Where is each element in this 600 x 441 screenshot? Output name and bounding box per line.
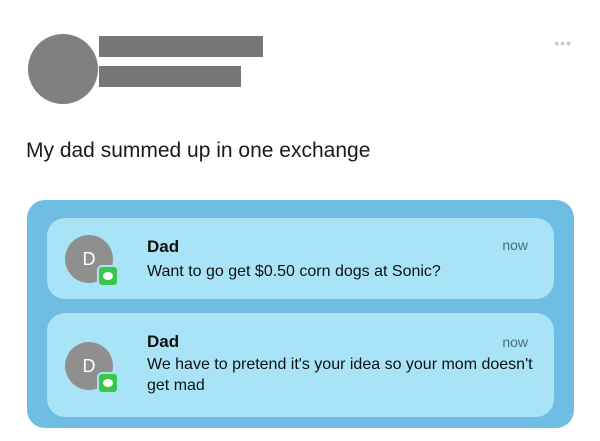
notification-card[interactable]: D Dad now Want to go get $0.50 corn dogs…	[47, 218, 554, 299]
notification-sender: Dad	[147, 332, 180, 351]
author-avatar-redacted[interactable]	[28, 34, 98, 104]
post-text: My dad summed up in one exchange	[26, 139, 371, 162]
author-handle-redacted[interactable]	[99, 66, 241, 87]
sender-avatar: D	[65, 342, 119, 394]
sender-avatar: D	[65, 235, 119, 287]
notification-time: now	[502, 237, 528, 253]
notification-message: Want to go get $0.50 corn dogs at Sonic?	[147, 263, 441, 280]
notification-card[interactable]: D Dad now We have to pretend it's your i…	[47, 313, 554, 417]
messages-icon	[97, 265, 119, 287]
more-dots-icon[interactable]: •••	[554, 36, 572, 50]
avatar-initial: D	[82, 356, 96, 376]
messages-icon	[97, 372, 119, 394]
notification-time: now	[502, 334, 528, 350]
author-name-redacted[interactable]	[99, 36, 263, 57]
notification-stack: D Dad now Want to go get $0.50 corn dogs…	[27, 200, 574, 428]
notification-sender: Dad	[147, 237, 180, 256]
notification-message: We have to pretend it's your idea so you…	[147, 356, 533, 394]
avatar-initial: D	[82, 249, 96, 269]
post-screenshot: ••• My dad summed up in one exchange D D…	[0, 0, 600, 441]
